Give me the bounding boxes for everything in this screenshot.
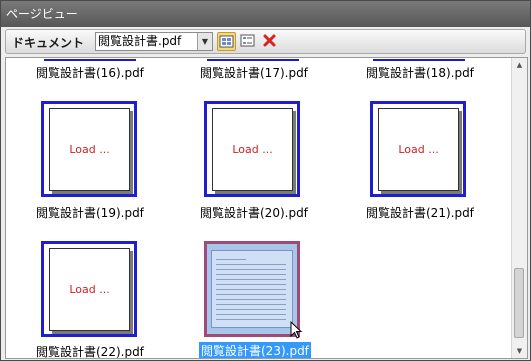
load-status: Load ... bbox=[69, 143, 110, 156]
page-thumbnail[interactable]: Load ... bbox=[41, 241, 137, 337]
grid-view-button[interactable] bbox=[217, 32, 236, 51]
page-view-window: ページビュー ドキュメント 閲覧設計書.pdf ▼ 閲覧設計書(16).pdf … bbox=[0, 0, 531, 361]
chevron-down-icon[interactable]: ▼ bbox=[197, 33, 212, 50]
list-icon bbox=[240, 34, 255, 47]
close-button[interactable] bbox=[261, 32, 280, 51]
page-thumbnail[interactable]: Load ... bbox=[41, 101, 137, 197]
page-thumbnail-selected[interactable] bbox=[204, 241, 300, 337]
page-caption[interactable]: 閲覧設計書(20).pdf bbox=[200, 204, 308, 221]
page-preview: Load ... bbox=[49, 248, 130, 331]
close-icon bbox=[263, 34, 276, 47]
page-preview: Load ... bbox=[378, 108, 459, 191]
page-caption[interactable]: 閲覧設計書(17).pdf bbox=[200, 64, 308, 81]
scroll-up-icon[interactable]: ▲ bbox=[512, 58, 527, 72]
page-preview: Load ... bbox=[49, 108, 130, 191]
load-status: Load ... bbox=[398, 143, 439, 156]
page-thumbnail[interactable]: Load ... bbox=[204, 101, 300, 197]
document-select[interactable]: 閲覧設計書.pdf ▼ bbox=[95, 32, 213, 51]
page-caption[interactable]: 閲覧設計書(21).pdf bbox=[366, 204, 474, 221]
vertical-scrollbar[interactable]: ▲ ▼ bbox=[511, 58, 527, 358]
list-view-button[interactable] bbox=[239, 32, 258, 51]
page-caption[interactable]: 閲覧設計書(18).pdf bbox=[366, 64, 474, 81]
grid-icon bbox=[219, 35, 234, 48]
mouse-cursor-icon bbox=[290, 321, 303, 339]
thumb-bottom-edge bbox=[207, 59, 299, 61]
page-caption[interactable]: 閲覧設計書(22).pdf bbox=[36, 343, 144, 358]
scroll-thumb[interactable] bbox=[514, 268, 524, 338]
thumbnail-area[interactable]: 閲覧設計書(16).pdf 閲覧設計書(17).pdf 閲覧設計書(18).pd… bbox=[5, 57, 528, 359]
document-label: ドキュメント bbox=[12, 36, 85, 50]
load-status: Load ... bbox=[69, 283, 110, 296]
toolbar: ドキュメント 閲覧設計書.pdf ▼ bbox=[5, 29, 526, 54]
page-preview bbox=[211, 250, 293, 328]
document-select-value: 閲覧設計書.pdf bbox=[98, 34, 182, 48]
thumb-bottom-edge bbox=[44, 59, 136, 61]
page-thumbnail[interactable]: Load ... bbox=[370, 101, 466, 197]
thumb-bottom-edge bbox=[373, 59, 465, 61]
page-preview: Load ... bbox=[212, 108, 293, 191]
page-caption[interactable]: 閲覧設計書(19).pdf bbox=[36, 204, 144, 221]
window-title: ページビュー bbox=[1, 1, 530, 27]
page-caption-selected[interactable]: 閲覧設計書(23).pdf bbox=[199, 342, 311, 358]
page-caption[interactable]: 閲覧設計書(16).pdf bbox=[36, 64, 144, 81]
scroll-down-icon[interactable]: ▼ bbox=[512, 344, 527, 358]
load-status: Load ... bbox=[232, 143, 273, 156]
